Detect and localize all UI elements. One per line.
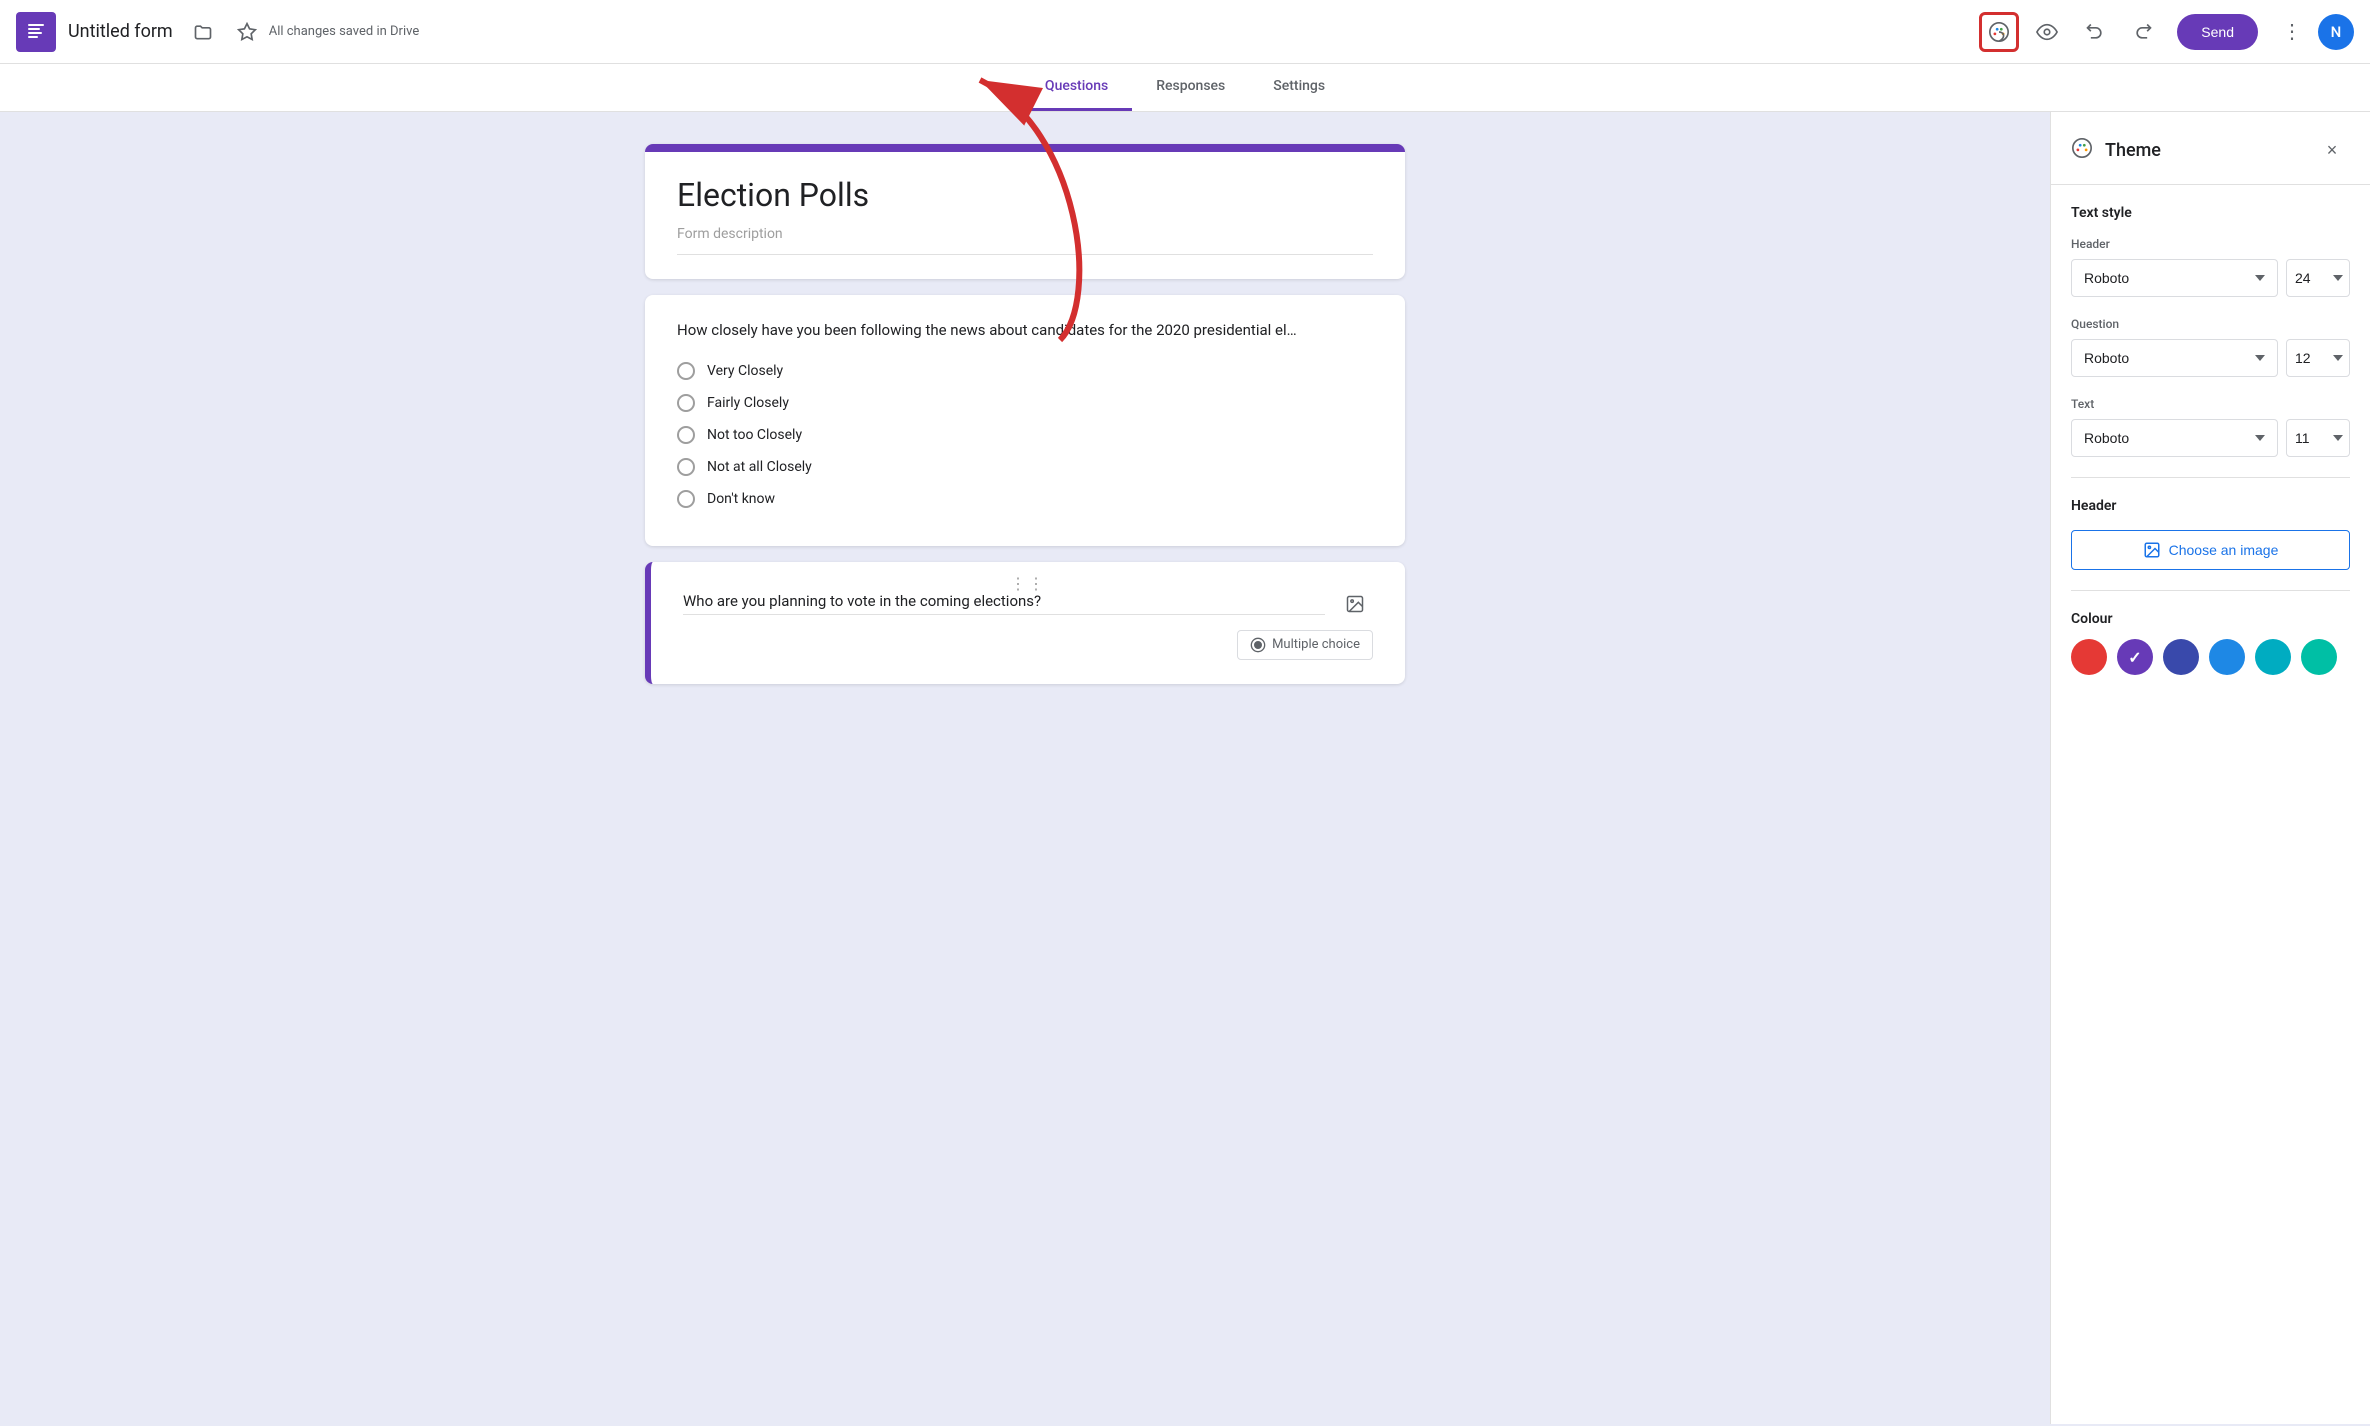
swatch-purple[interactable] (2117, 639, 2153, 675)
undo-button[interactable] (2075, 12, 2115, 52)
theme-panel-body: Text style Header Roboto Arial Times New… (2051, 185, 2370, 1424)
option-fairly-closely: Fairly Closely (707, 395, 789, 411)
colour-swatches (2071, 639, 2350, 675)
tab-questions[interactable]: Questions (1021, 64, 1132, 111)
star-button[interactable] (227, 12, 267, 52)
colour-section-label: Colour (2071, 611, 2350, 627)
swatch-indigo[interactable] (2163, 639, 2199, 675)
radio-dont-know (677, 490, 695, 508)
question-font-label: Question (2071, 317, 2350, 331)
radio-fairly-closely (677, 394, 695, 412)
form-area: Election Polls Form description How clos… (0, 112, 2050, 1424)
tab-settings[interactable]: Settings (1249, 64, 1349, 111)
radio-very-closely (677, 362, 695, 380)
form-card-header: Election Polls Form description (645, 144, 1405, 279)
preview-button[interactable] (2027, 12, 2067, 52)
option-very-closely: Very Closely (707, 363, 783, 379)
form-header-card: Election Polls Form description (645, 144, 1405, 279)
theme-panel-header: Theme × (2051, 112, 2370, 185)
theme-panel-title: Theme (2105, 140, 2314, 161)
header-font-row: Roboto Arial Times New Roman 24 20 22 26 (2071, 259, 2350, 297)
text-style-section-label: Text style (2071, 205, 2350, 221)
theme-close-button[interactable]: × (2314, 132, 2350, 168)
option-dont-know: Don't know (707, 491, 775, 507)
redo-button[interactable] (2123, 12, 2163, 52)
app-logo (16, 12, 56, 52)
option-not-at-all: Not at all Closely (707, 459, 812, 475)
choose-image-button[interactable]: Choose an image (2071, 530, 2350, 570)
tab-responses[interactable]: Responses (1132, 64, 1249, 111)
folder-button[interactable] (183, 12, 223, 52)
form-title: Untitled form (68, 21, 173, 42)
palette-button[interactable] (1979, 12, 2019, 52)
multiple-choice-label: Multiple choice (1272, 637, 1360, 652)
avatar[interactable]: N (2318, 14, 2354, 50)
option-row-4: Not at all Closely (677, 458, 1373, 476)
theme-panel-icon (2071, 137, 2093, 164)
question-2-text[interactable]: Who are you planning to vote in the comi… (683, 592, 1325, 615)
add-image-button[interactable] (1337, 586, 1373, 622)
text-size-select[interactable]: 11 10 12 13 (2286, 419, 2350, 457)
choose-image-label: Choose an image (2169, 542, 2279, 558)
text-font-row: Roboto Arial 11 10 12 13 (2071, 419, 2350, 457)
question-font-row: Roboto Arial 12 11 13 14 (2071, 339, 2350, 377)
divider-2 (2071, 590, 2350, 591)
option-row-5: Don't know (677, 490, 1373, 508)
radio-not-too-closely (677, 426, 695, 444)
swatch-red[interactable] (2071, 639, 2107, 675)
question-1-text: How closely have you been following the … (677, 319, 1373, 342)
topbar-actions: Send ⋮ N (1977, 12, 2354, 52)
question-card-1: How closely have you been following the … (645, 295, 1405, 546)
multiple-choice-badge[interactable]: Multiple choice (1237, 630, 1373, 660)
form-title-text[interactable]: Election Polls (677, 176, 1373, 214)
send-button[interactable]: Send (2177, 14, 2258, 50)
topbar: Untitled form All changes saved in Drive (0, 0, 2370, 64)
tabs-bar: Questions Responses Settings (0, 64, 2370, 112)
theme-panel: Theme × Text style Header Roboto Arial T… (2050, 112, 2370, 1424)
header-font-label: Header (2071, 237, 2350, 251)
option-row-3: Not too Closely (677, 426, 1373, 444)
text-font-label: Text (2071, 397, 2350, 411)
form-description-text[interactable]: Form description (677, 226, 1373, 255)
more-button[interactable]: ⋮ (2272, 12, 2312, 52)
question-card-2: ⋮⋮ Who are you planning to vote in the c… (645, 562, 1405, 684)
divider-1 (2071, 477, 2350, 478)
text-font-select[interactable]: Roboto Arial (2071, 419, 2278, 457)
option-row-2: Fairly Closely (677, 394, 1373, 412)
swatch-blue[interactable] (2209, 639, 2245, 675)
radio-not-at-all (677, 458, 695, 476)
question-font-select[interactable]: Roboto Arial (2071, 339, 2278, 377)
main-layout: Election Polls Form description How clos… (0, 112, 2370, 1424)
swatch-teal[interactable] (2301, 639, 2337, 675)
question-size-select[interactable]: 12 11 13 14 (2286, 339, 2350, 377)
header-font-select[interactable]: Roboto Arial Times New Roman (2071, 259, 2278, 297)
drag-handle[interactable]: ⋮⋮ (1010, 574, 1046, 593)
header-section-label: Header (2071, 498, 2350, 514)
swatch-cyan[interactable] (2255, 639, 2291, 675)
saved-status: All changes saved in Drive (269, 24, 420, 39)
option-row-1: Very Closely (677, 362, 1373, 380)
option-not-too-closely: Not too Closely (707, 427, 802, 443)
header-size-select[interactable]: 24 20 22 26 (2286, 259, 2350, 297)
